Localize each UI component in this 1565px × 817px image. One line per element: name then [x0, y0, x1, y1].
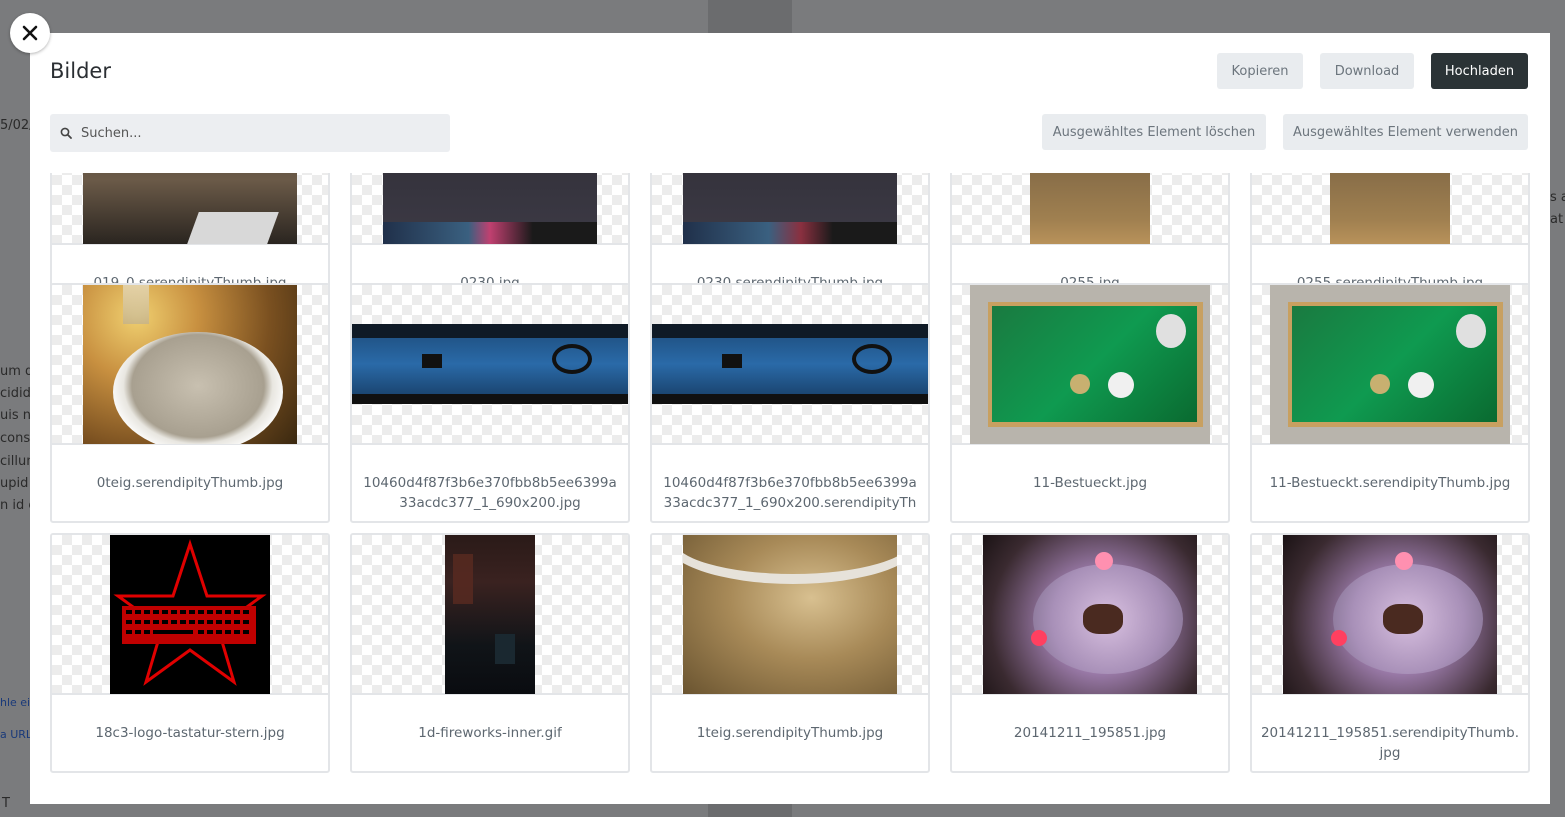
image-filename: 11-Bestueckt.serendipityThumb.jpg: [1269, 475, 1511, 491]
upload-button[interactable]: Hochladen: [1431, 53, 1528, 89]
image-thumbnail: [52, 285, 328, 445]
background-text: T: [2, 796, 10, 811]
image-thumbnail: [1252, 285, 1528, 445]
search-box[interactable]: [50, 114, 450, 152]
image-filename: 1teig.serendipityThumb.jpg: [696, 725, 884, 741]
close-icon: [22, 25, 38, 41]
image-thumbnail: [352, 173, 628, 245]
search-icon: [60, 127, 72, 139]
download-button[interactable]: Download: [1320, 53, 1414, 89]
image-thumbnail: [652, 173, 928, 245]
image-library-modal: Bilder Kopieren Download Hochladen Ausge…: [30, 33, 1550, 804]
image-filename: 10460d4f87f3b6e370fbb8b5ee6399a33acdc377…: [363, 475, 617, 511]
image-tile[interactable]: 18c3-logo-tastatur-stern.jpg: [50, 533, 330, 773]
image-filename: 1d-fireworks-inner.gif: [418, 725, 562, 741]
image-filename: 18c3-logo-tastatur-stern.jpg: [95, 725, 285, 741]
image-tile[interactable]: 11-Bestueckt.serendipityThumb.jpg: [1250, 283, 1530, 523]
close-button[interactable]: [10, 13, 50, 53]
image-filename: 0teig.serendipityThumb.jpg: [96, 475, 284, 491]
image-thumbnail: [952, 535, 1228, 695]
image-thumbnail: [952, 285, 1228, 445]
image-thumbnail: [952, 173, 1228, 245]
modal-title: Bilder: [50, 59, 111, 83]
image-thumbnail: [652, 535, 928, 695]
image-tile[interactable]: 20141211_195851.jpg: [950, 533, 1230, 773]
background-text: cidid: [0, 386, 31, 401]
image-tile[interactable]: 10460d4f87f3b6e370fbb8b5ee6399a33acdc377…: [350, 283, 630, 523]
image-thumbnail: [1252, 173, 1528, 245]
image-thumbnail: [1252, 535, 1528, 695]
image-tile[interactable]: 1d-fireworks-inner.gif: [350, 533, 630, 773]
image-filename: 11-Bestueckt.jpg: [1032, 475, 1148, 491]
background-text: cons: [0, 431, 31, 446]
star-logo-icon: [113, 539, 267, 686]
background-text: s a: [1550, 190, 1565, 205]
background-text: 5/02/: [0, 118, 34, 133]
image-tile[interactable]: 0teig.serendipityThumb.jpg: [50, 283, 330, 523]
image-thumbnail: [352, 285, 628, 445]
background-text: um d: [0, 364, 34, 379]
image-tile[interactable]: 10460d4f87f3b6e370fbb8b5ee6399a33acdc377…: [650, 283, 930, 523]
delete-selected-button[interactable]: Ausgewähltes Element löschen: [1042, 114, 1266, 150]
image-tile[interactable]: 20141211_195851.serendipityThumb.jpg: [1250, 533, 1530, 773]
image-thumbnail: [652, 285, 928, 445]
background-text: upid: [0, 476, 29, 491]
image-thumbnail: [352, 535, 628, 695]
image-thumbnail: [52, 535, 328, 695]
image-thumbnail: [52, 173, 328, 245]
image-tile[interactable]: 1teig.serendipityThumb.jpg: [650, 533, 930, 773]
background-text: a URL: [0, 728, 33, 741]
use-selected-button[interactable]: Ausgewähltes Element verwenden: [1283, 114, 1528, 150]
image-filename: 10460d4f87f3b6e370fbb8b5ee6399a33acdc377…: [663, 475, 917, 511]
image-tile[interactable]: 11-Bestueckt.jpg: [950, 283, 1230, 523]
image-filename: 20141211_195851.serendipityThumb.jpg: [1260, 725, 1520, 761]
background-text: at: [1550, 212, 1564, 227]
image-grid: 019_0.serendipityThumb.jpg 0230.jpg 0230…: [50, 173, 1530, 804]
background-text: hle ei: [0, 696, 31, 709]
copy-button[interactable]: Kopieren: [1217, 53, 1303, 89]
image-filename: 20141211_195851.jpg: [1013, 725, 1167, 741]
search-input[interactable]: [81, 125, 431, 141]
